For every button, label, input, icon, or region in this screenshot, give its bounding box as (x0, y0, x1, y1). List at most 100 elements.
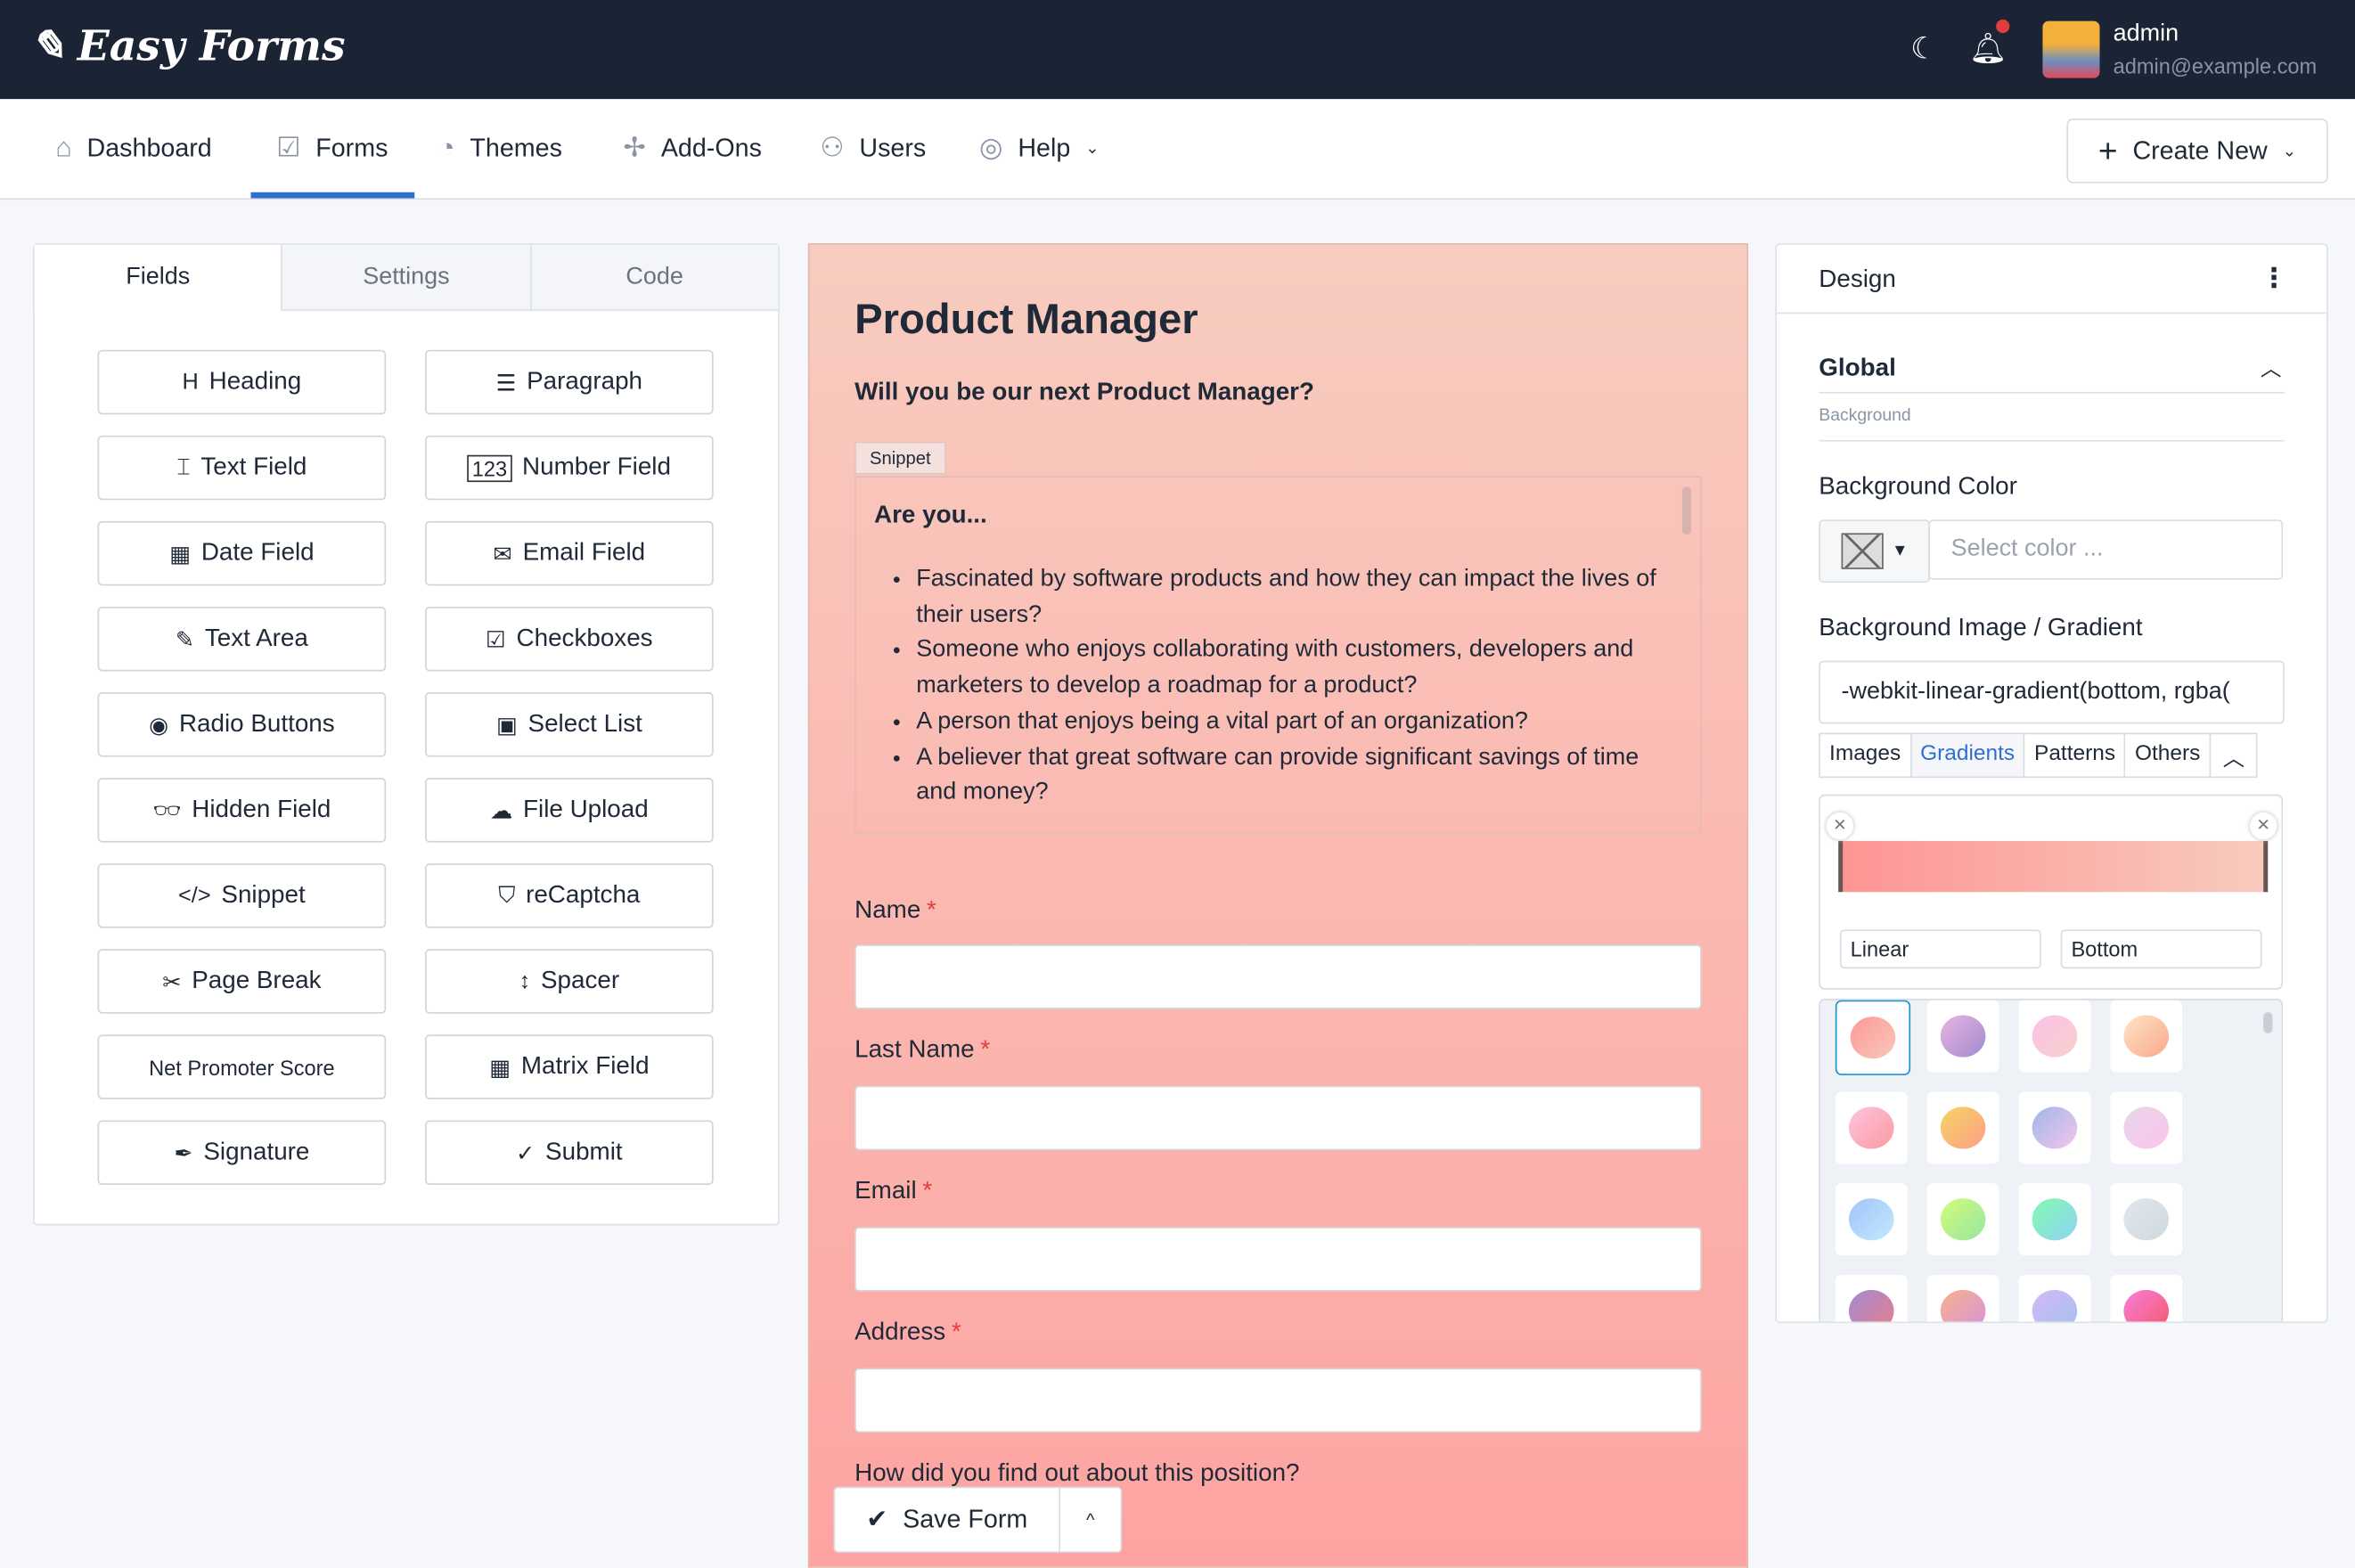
bullet: A person that enjoys being a vital part … (916, 704, 1667, 739)
gradient-preset[interactable] (2018, 1275, 2091, 1322)
nav-addons[interactable]: ✢ Add-Ons (624, 132, 762, 163)
field-button-radio-buttons[interactable]: ◉ Radio Buttons (97, 692, 387, 757)
last-name-input[interactable] (855, 1085, 1702, 1151)
chevron-up-icon[interactable]: ︿ (2261, 353, 2282, 383)
dark-mode-moon-icon[interactable]: ☾ (1910, 30, 1937, 68)
nav-dashboard[interactable]: ⌂ Dashboard (55, 132, 211, 163)
gradient-preset[interactable] (1835, 1091, 1908, 1164)
email-label: Email * (855, 1177, 933, 1205)
gradient-preset[interactable] (2018, 1183, 2091, 1256)
gradient-editor: ✕ ✕ Linear Bottom (1819, 794, 2284, 990)
question-label: How did you find out about this position… (855, 1459, 1300, 1487)
gradient-swatch (2032, 1198, 2078, 1241)
name-label: Name * (855, 896, 936, 924)
address-input[interactable] (855, 1368, 1702, 1433)
field-button-hidden-field[interactable]: 👓︎ Hidden Field (97, 778, 387, 843)
snippet-label: Snippet (855, 441, 946, 475)
tab-settings[interactable]: Settings (281, 244, 530, 311)
gradient-preset[interactable] (1926, 1091, 1999, 1164)
gradient-preset[interactable] (1835, 1275, 1908, 1322)
tab-code[interactable]: Code (529, 244, 779, 311)
remove-stop-icon[interactable]: ✕ (1826, 812, 1854, 840)
design-panel: Design ⋮ Global ︿ Background Background … (1775, 243, 2328, 1324)
chevron-down-icon: ⌄ (1085, 139, 1100, 158)
app-logo[interactable]: ✎ Easy Forms (30, 21, 346, 71)
field-button-email-field[interactable]: ✉ Email Field (425, 520, 714, 586)
gradient-swatch (1848, 1198, 1894, 1241)
field-button-date-field[interactable]: ▦ Date Field (97, 520, 387, 586)
global-section-title[interactable]: Global (1819, 355, 1896, 383)
field-button-checkboxes[interactable]: ☑ Checkboxes (425, 606, 714, 672)
gradient-preset[interactable] (2018, 1091, 2091, 1164)
email-input[interactable] (855, 1227, 1702, 1292)
gradient-preset[interactable] (2018, 1000, 2091, 1073)
field-button-number-field[interactable]: 123 Number Field (425, 435, 714, 501)
gradient-swatch (1940, 1198, 1986, 1241)
more-vertical-icon[interactable]: ⋮ (2261, 263, 2287, 294)
field-button-heading[interactable]: H Heading (97, 349, 387, 415)
save-options-toggle[interactable]: ^ (1060, 1488, 1120, 1551)
field-button-snippet[interactable]: </> Snippet (97, 863, 387, 928)
gradient-preview-bar[interactable] (1838, 840, 2269, 893)
scrollbar[interactable] (1681, 486, 1691, 535)
recaptcha-icon: ⛉ (498, 883, 516, 909)
gradient-preset[interactable] (2110, 1275, 2183, 1322)
user-name[interactable]: admin (2114, 21, 2179, 48)
gradient-preset[interactable] (1835, 1000, 1911, 1075)
remove-stop-icon[interactable]: ✕ (2250, 812, 2277, 840)
field-button-paragraph[interactable]: ☰ Paragraph (425, 349, 714, 415)
bullet: Fascinated by software products and how … (916, 561, 1667, 633)
gradient-preset[interactable] (2110, 1183, 2183, 1256)
collapse-tabs-button[interactable]: ︿ (2209, 734, 2256, 777)
field-button-submit[interactable]: ✓ Submit (425, 1120, 714, 1185)
tab-images[interactable]: Images (1820, 734, 1909, 776)
field-button-recaptcha[interactable]: ⛉ reCaptcha (425, 863, 714, 928)
tab-others[interactable]: Others (2124, 734, 2209, 777)
bullet: Someone who enjoys collaborating with cu… (916, 633, 1667, 704)
chevron-up-icon: ^ (1085, 1509, 1095, 1531)
field-button-text-area[interactable]: ✎ Text Area (97, 606, 387, 672)
form-title: Product Manager (855, 296, 1198, 343)
nav-themes[interactable]: ◔ Themes (438, 132, 562, 163)
field-button-signature[interactable]: ✒ Signature (97, 1120, 387, 1185)
tab-fields[interactable]: Fields (34, 244, 282, 311)
field-button-matrix-field[interactable]: ▦ Matrix Field (425, 1034, 714, 1099)
tab-gradients[interactable]: Gradients (1909, 734, 2024, 777)
field-button-spacer[interactable]: ↕ Spacer (425, 949, 714, 1014)
tab-patterns[interactable]: Patterns (2024, 734, 2124, 777)
gradient-preset[interactable] (1835, 1183, 1908, 1256)
nav-forms[interactable]: ☑ Forms (276, 132, 388, 163)
field-button-text-field[interactable]: ⌶ Text Field (97, 435, 387, 501)
gradient-direction-select[interactable]: Bottom (2060, 929, 2262, 969)
gradient-preset[interactable] (1926, 1183, 1999, 1256)
create-new-button[interactable]: + Create New ⌄ (2066, 118, 2328, 184)
name-input[interactable] (855, 944, 1702, 1009)
gradient-preset[interactable] (2110, 1091, 2183, 1164)
field-button-select-list[interactable]: ▣ Select List (425, 692, 714, 757)
bg-color-label: Background Color (1819, 472, 2017, 501)
field-button-page-break[interactable]: ✂ Page Break (97, 949, 387, 1014)
radio-buttons-icon: ◉ (149, 712, 169, 739)
gradient-swatch (2123, 1289, 2170, 1322)
field-button-label: Hidden Field (192, 796, 331, 823)
color-picker-button[interactable]: ▼ (1819, 519, 1930, 584)
save-form-button[interactable]: ✔ Save Form (835, 1488, 1061, 1552)
gradient-preset[interactable] (1926, 1000, 1999, 1073)
notification-bell-icon[interactable]: 🔔︎ (1969, 30, 2007, 68)
field-button-label: Page Break (192, 967, 322, 994)
nav-help[interactable]: ◎ Help ⌄ (979, 132, 1100, 163)
file-upload-icon: ☁ (489, 797, 513, 824)
color-input[interactable]: Select color ... (1928, 519, 2284, 580)
avatar[interactable] (2042, 20, 2100, 78)
gradient-preset[interactable] (1926, 1275, 1999, 1322)
gradient-type-select[interactable]: Linear (1839, 929, 2041, 969)
select-list-icon: ▣ (495, 712, 518, 739)
field-button-label: Text Field (200, 453, 307, 481)
field-button-label: Spacer (541, 967, 620, 994)
field-button-net-promoter-score[interactable]: Net Promoter Score (97, 1034, 387, 1099)
nav-users[interactable]: ⚇ Users (820, 132, 926, 163)
scrollbar[interactable] (2263, 1012, 2273, 1033)
field-button-file-upload[interactable]: ☁ File Upload (425, 778, 714, 843)
gradient-preset[interactable] (2110, 1000, 2183, 1073)
bg-image-input[interactable]: -webkit-linear-gradient(bottom, rgba( (1819, 660, 2285, 724)
